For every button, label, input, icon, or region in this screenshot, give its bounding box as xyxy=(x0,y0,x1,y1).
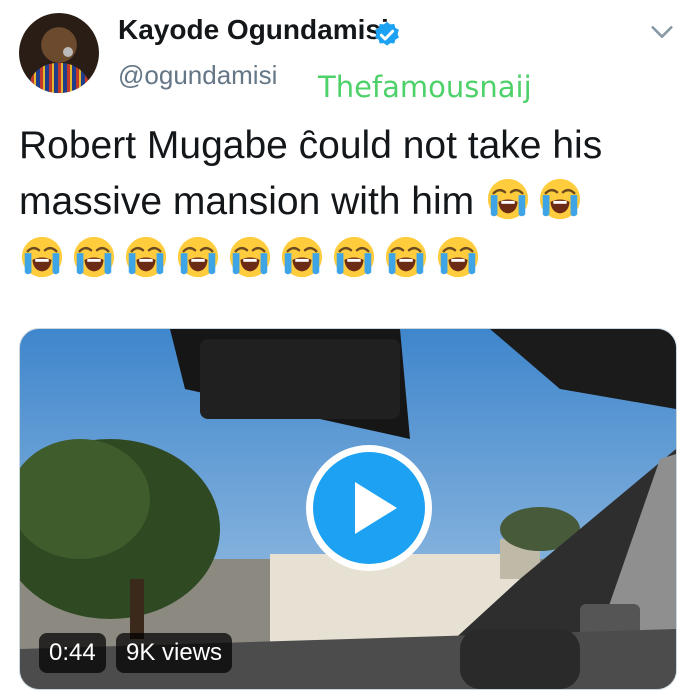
loudly-crying-face-emoji xyxy=(229,236,271,278)
tweet-text: Robert Mugabe c̑ould not take his massiv… xyxy=(19,118,679,288)
chevron-down-icon[interactable] xyxy=(648,18,676,46)
loudly-crying-face-emoji xyxy=(333,236,375,278)
avatar-microphone xyxy=(63,47,73,57)
loudly-crying-face-emoji xyxy=(487,178,529,220)
video-player[interactable]: 0:44 9K views xyxy=(19,328,677,690)
video-duration: 0:44 xyxy=(39,633,106,673)
video-views: 9K views xyxy=(116,633,233,673)
avatar[interactable] xyxy=(19,13,99,93)
loudly-crying-face-emoji xyxy=(73,236,115,278)
loudly-crying-face-emoji xyxy=(539,178,581,220)
verified-badge-icon xyxy=(375,21,399,46)
tweet-text-line-1: Robert Mugabe c̑ould not take his xyxy=(19,124,603,167)
tweet-text-line-2-text: massive mansion with him xyxy=(19,180,475,223)
play-icon[interactable] xyxy=(303,442,435,574)
loudly-crying-face-emoji xyxy=(437,236,479,278)
loudly-crying-face-emoji xyxy=(281,236,323,278)
tweet-text-line-2: massive mansion with him xyxy=(19,174,679,230)
emoji-row xyxy=(19,232,679,288)
author-handle[interactable]: @ogundamisi xyxy=(118,60,277,91)
avatar-shirt xyxy=(27,63,91,93)
loudly-crying-face-emoji xyxy=(125,236,167,278)
loudly-crying-face-emoji xyxy=(385,236,427,278)
author-name[interactable]: Kayode Ogundamisi xyxy=(118,14,389,46)
loudly-crying-face-emoji xyxy=(177,236,219,278)
inline-emoji-group xyxy=(485,178,589,223)
watermark-text: Thefamousnaij xyxy=(318,70,532,104)
loudly-crying-face-emoji xyxy=(21,236,63,278)
